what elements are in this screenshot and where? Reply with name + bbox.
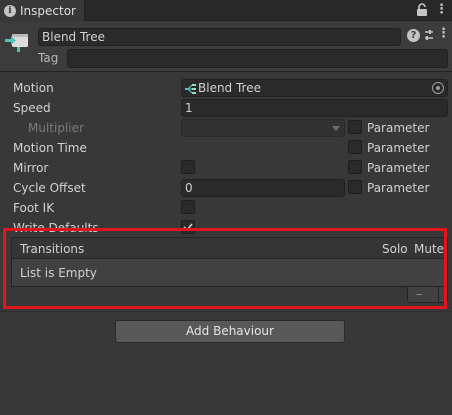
mirror-parameter-label: Parameter <box>367 161 430 175</box>
window-tab-bar: i Inspector ⋮ <box>0 0 452 21</box>
multiplier-dropdown <box>181 119 345 137</box>
speed-label: Speed <box>13 101 51 115</box>
section-divider <box>0 311 452 312</box>
tab-inspector[interactable]: i Inspector <box>0 0 85 21</box>
mirror-checkbox[interactable] <box>181 160 195 174</box>
help-icon[interactable]: ? <box>407 29 420 42</box>
info-icon: i <box>4 4 16 17</box>
mirror-label: Mirror <box>13 161 49 175</box>
foot-ik-label: Foot IK <box>13 201 55 215</box>
motion-time-label: Motion Time <box>13 141 87 155</box>
motion-field[interactable]: Blend Tree <box>181 79 448 97</box>
motion-time-parameter-checkbox[interactable] <box>348 140 362 154</box>
cycle-offset-parameter-label: Parameter <box>367 181 430 195</box>
tag-label: Tag <box>38 51 59 65</box>
add-behaviour-button[interactable]: Add Behaviour <box>115 320 345 343</box>
multiplier-label: Multiplier <box>28 121 84 135</box>
highlight-box <box>3 228 447 309</box>
multiplier-parameter-label: Parameter <box>367 121 430 135</box>
kebab-menu-icon[interactable]: ⋮ <box>435 3 448 17</box>
mirror-parameter-checkbox[interactable] <box>348 160 362 174</box>
cycle-offset-label: Cycle Offset <box>13 181 86 195</box>
chevron-down-icon <box>332 126 340 131</box>
blend-tree-icon <box>185 83 196 94</box>
cycle-offset-parameter-checkbox[interactable] <box>348 180 362 194</box>
presets-icon[interactable] <box>423 28 435 42</box>
state-name-field[interactable]: Blend Tree <box>38 28 401 46</box>
foot-ik-checkbox[interactable] <box>181 200 195 214</box>
motion-value: Blend Tree <box>198 81 261 95</box>
multiplier-parameter-checkbox[interactable] <box>348 120 362 134</box>
tab-label: Inspector <box>20 3 76 18</box>
motion-label: Motion <box>13 81 54 95</box>
cycle-offset-field[interactable]: 0 <box>181 179 345 197</box>
object-picker-icon[interactable] <box>432 82 444 94</box>
context-menu-icon[interactable]: ⋮ <box>437 27 450 41</box>
inspector-header: Blend Tree ? ⋮ Tag <box>0 22 452 72</box>
animator-state-icon <box>5 34 28 52</box>
speed-field[interactable]: 1 <box>181 99 448 117</box>
tag-field[interactable] <box>67 49 448 68</box>
lock-icon[interactable] <box>416 3 428 17</box>
motion-time-parameter-label: Parameter <box>367 141 430 155</box>
